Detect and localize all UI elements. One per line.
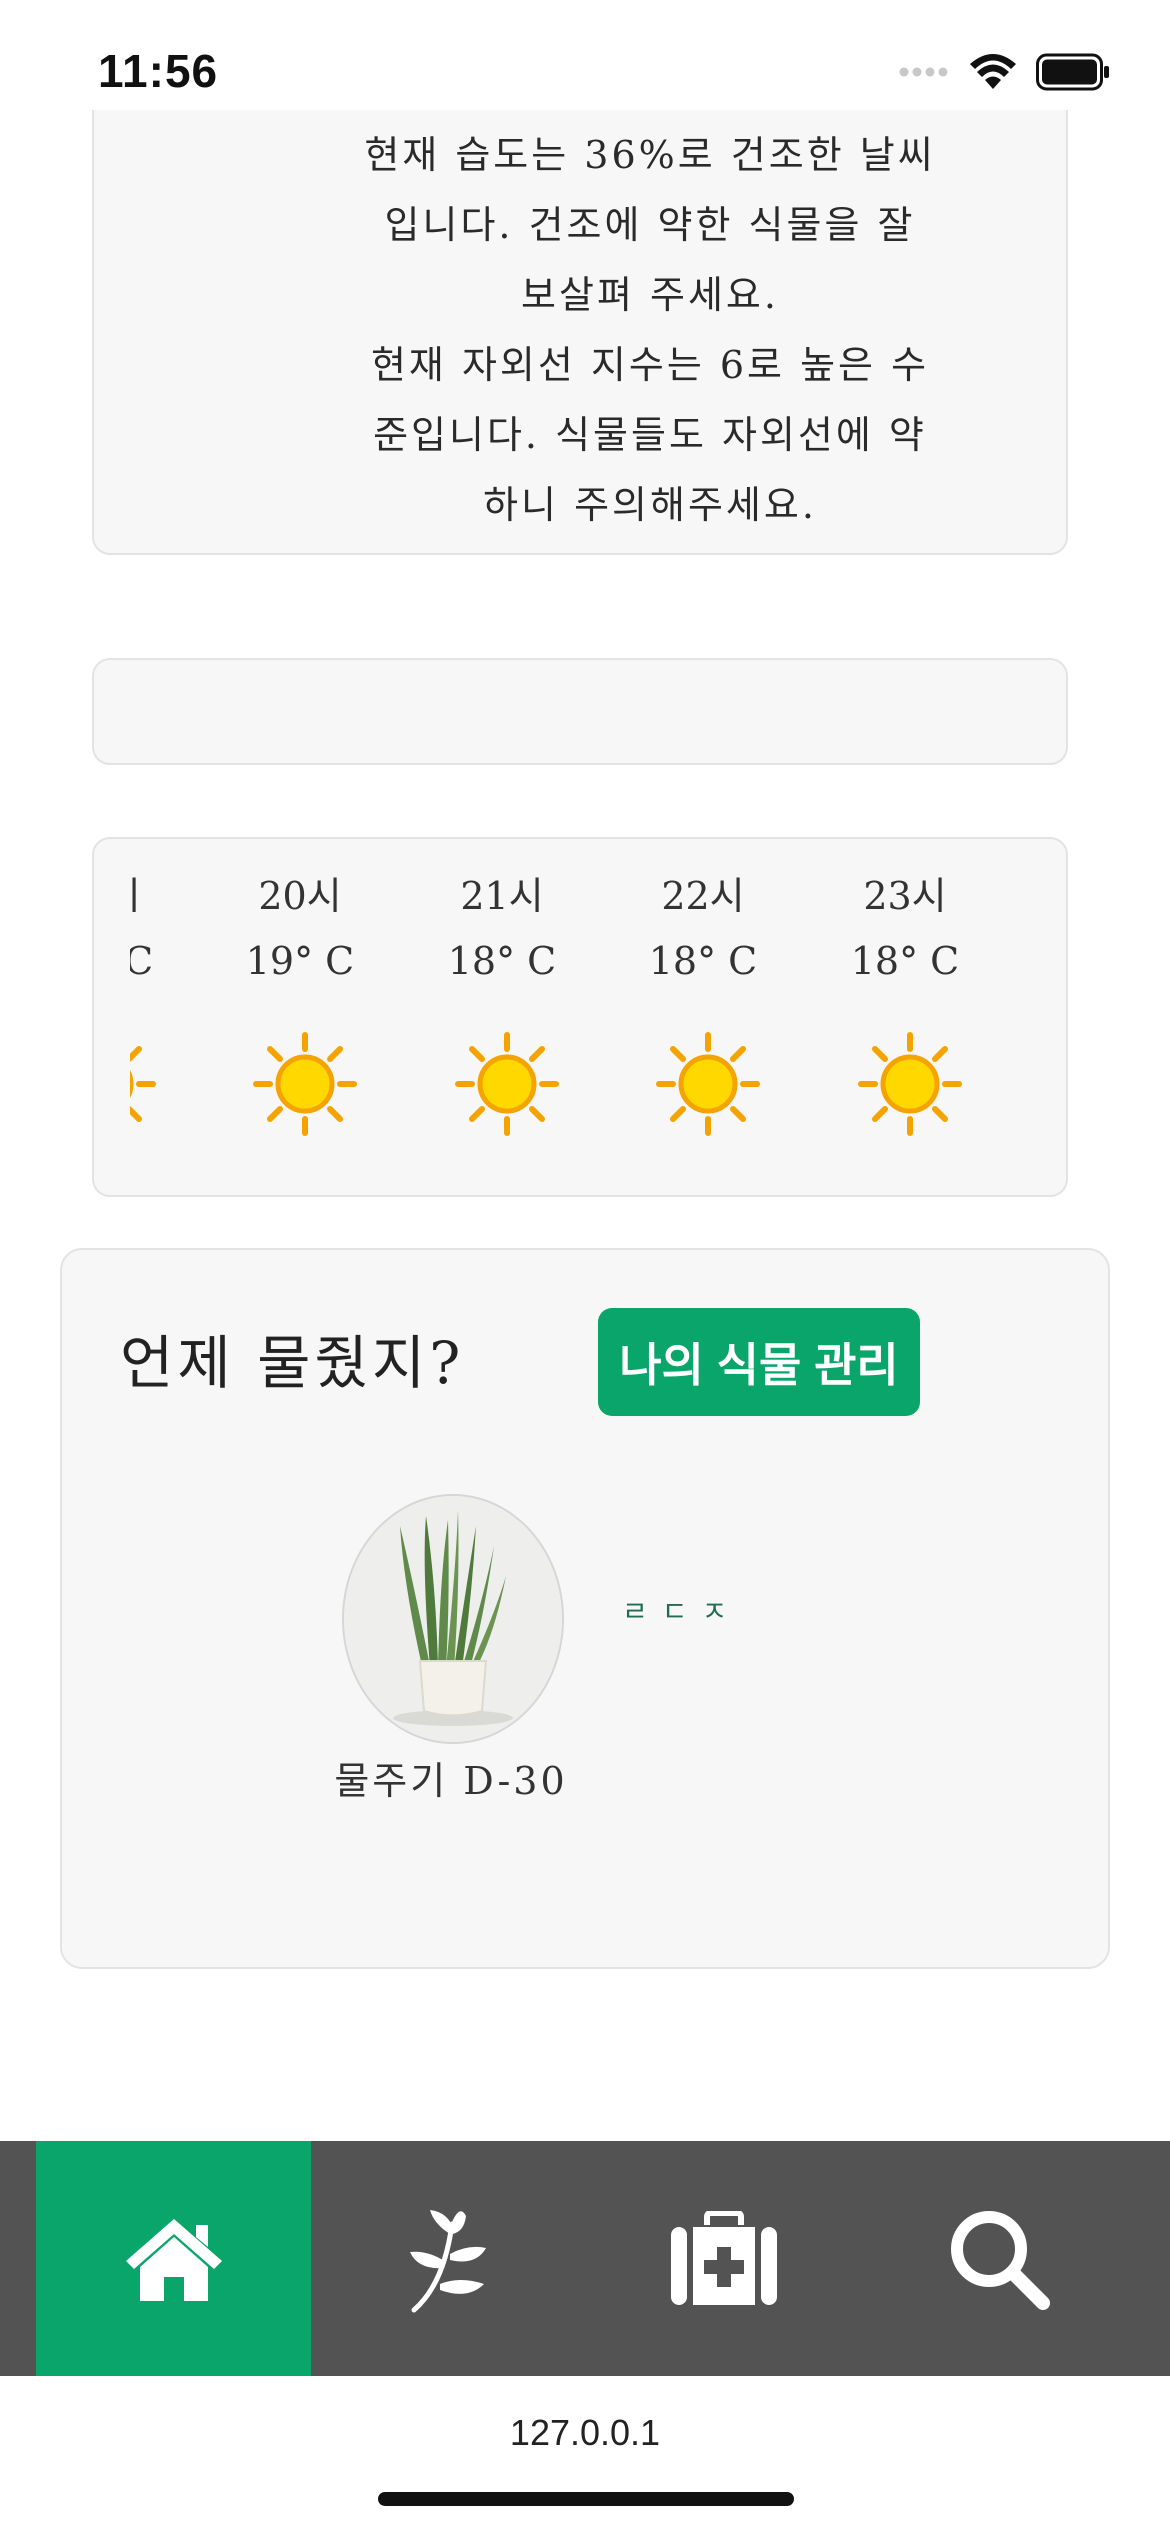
home-icon [125, 2218, 222, 2301]
forecast-temp: 19° C [245, 939, 355, 983]
forecast-time: 22시 [661, 874, 745, 918]
forecast-time: 23시 [863, 874, 947, 918]
plant-icon [409, 2209, 486, 2312]
advice-line: 준입니다. 식물들도 자외선에 약 [373, 413, 927, 457]
bottom-tab-bar [0, 2141, 1170, 2376]
forecast-time: 21시 [460, 874, 544, 918]
watering-card: 언제 물줬지? 나의 식물 관리 ㄹㄷㅈ 물주기 D-30 [60, 1248, 1110, 1969]
plant-name: ㄹㄷㅈ [622, 1595, 742, 1628]
forecast-time: 19시 [130, 865, 169, 920]
forecast-hour: 23시 18° C [835, 839, 975, 1195]
first-aid-kit-icon [670, 2210, 777, 2305]
search-icon [950, 2210, 1050, 2310]
snake-plant-image [344, 1496, 562, 1742]
tab-plant-care[interactable] [586, 2141, 861, 2376]
hourly-forecast-scroller[interactable]: 19시 19° C 20시 19° C [130, 839, 1030, 1195]
tab-home[interactable] [36, 2141, 311, 2376]
status-icons [898, 52, 1110, 92]
advice-line: 현재 자외선 지수는 6로 높은 수 [370, 343, 930, 387]
forecast-temp: 18° C [850, 939, 960, 983]
sun-icon [455, 1032, 559, 1136]
advice-line: 입니다. 건조에 약한 식물을 잘 [384, 203, 916, 247]
advice-line: 하니 주의해주세요. [483, 483, 817, 527]
status-time: 11:56 [98, 45, 219, 97]
forecast-temp: 19° C [130, 939, 169, 983]
advice-line: 현재 습도는 36%로 건조한 날씨 [364, 133, 936, 177]
wifi-icon [970, 54, 1016, 89]
forecast-hour: 21시 18° C [432, 839, 572, 1195]
forecast-hour: 22시 18° C [633, 839, 773, 1195]
empty-card [92, 658, 1068, 765]
battery-icon [1036, 53, 1109, 91]
sun-icon [130, 1046, 156, 1122]
weather-advice-text: 현재 습도는 36%로 건조한 날씨 입니다. 건조에 약한 식물을 잘 보살펴… [295, 120, 1005, 540]
plant-photo[interactable] [342, 1494, 564, 1744]
forecast-hour: 20시 19° C [230, 839, 370, 1195]
my-plant-manage-button[interactable]: 나의 식물 관리 [598, 1308, 920, 1416]
forecast-temp: 18° C [447, 939, 557, 983]
home-indicator[interactable] [378, 2492, 794, 2506]
forecast-time: 20시 [258, 874, 342, 918]
sun-icon [656, 1032, 760, 1136]
sun-icon [253, 1032, 357, 1136]
hourly-forecast-card[interactable]: 19시 19° C 20시 19° C [92, 837, 1068, 1197]
tab-search[interactable] [861, 2141, 1136, 2376]
forecast-temp: 18° C [648, 939, 758, 983]
watering-dday: 물주기 D-30 [334, 1759, 568, 1803]
url-text[interactable]: 127.0.0.1 [0, 2412, 1170, 2454]
cellular-signal-icon [899, 67, 948, 77]
tab-plants[interactable] [311, 2141, 586, 2376]
sun-icon [858, 1032, 962, 1136]
advice-line: 보살펴 주세요. [521, 273, 779, 317]
watering-title: 언제 물줬지? [120, 1329, 465, 1397]
browser-address-bar[interactable]: 127.0.0.1 [0, 2376, 1170, 2532]
forecast-hour: 19시 19° C [130, 839, 169, 1195]
